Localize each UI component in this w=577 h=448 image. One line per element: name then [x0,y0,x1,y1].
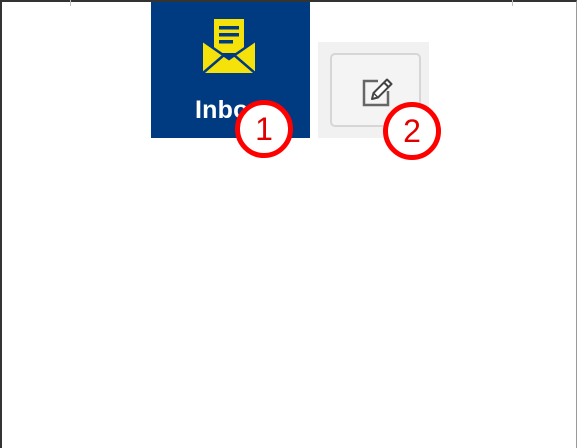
callout-badge-2: 2 [383,102,441,160]
ruler-tick [70,0,71,6]
edit-pencil-icon [360,75,394,109]
envelope-letter-icon [201,17,257,75]
ruler-tick [512,0,513,6]
callout-badge-1: 1 [235,100,293,158]
